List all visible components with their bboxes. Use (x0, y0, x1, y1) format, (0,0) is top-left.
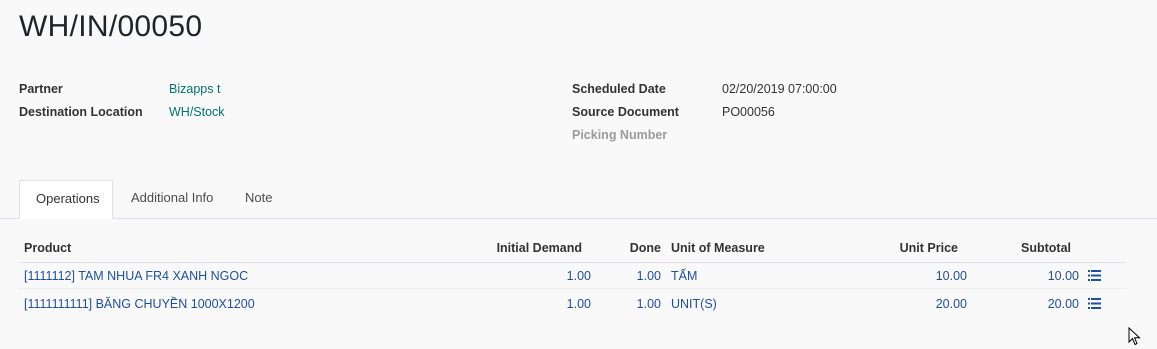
record-title: WH/IN/00050 (19, 10, 203, 43)
column-header-initial-demand[interactable]: Initial Demand (482, 241, 582, 255)
row-done: 1.00 (636, 297, 661, 311)
destination-location-value[interactable]: WH/Stock (169, 105, 225, 119)
source-document-label: Source Document (572, 105, 679, 119)
row-initial-demand: 1.00 (566, 297, 591, 311)
row-subtotal: 20.00 (1047, 297, 1079, 311)
column-header-unit-price[interactable]: Unit Price (880, 241, 958, 255)
row-done: 1.00 (636, 269, 661, 283)
column-header-done[interactable]: Done (610, 241, 661, 255)
row-unit-price: 10.00 (935, 269, 967, 283)
scheduled-date-label: Scheduled Date (572, 82, 666, 96)
mouse-pointer-icon (1128, 327, 1141, 346)
row-unit-of-measure: UNIT(S) (671, 297, 717, 311)
scheduled-date-value: 02/20/2019 07:00:00 (722, 82, 837, 96)
picking-number-label: Picking Number (572, 128, 668, 142)
row-product[interactable]: [1111111111] BĂNG CHUYỀN 1000X1200 (24, 297, 255, 311)
partner-label: Partner (19, 82, 63, 96)
tab-additional-info[interactable]: Additional Info (115, 180, 229, 218)
tab-note[interactable]: Note (229, 180, 288, 218)
destination-location-label: Destination Location (19, 105, 143, 119)
source-document-value: PO00056 (722, 105, 775, 119)
column-header-product[interactable]: Product (24, 241, 71, 255)
column-header-unit-of-measure[interactable]: Unit of Measure (671, 241, 765, 255)
list-icon[interactable] (1088, 298, 1101, 309)
table-header-divider (19, 262, 1126, 263)
row-divider (19, 288, 1126, 289)
partner-value[interactable]: Bizapps t (169, 82, 220, 96)
row-subtotal: 10.00 (1047, 269, 1079, 283)
row-unit-price: 20.00 (935, 297, 967, 311)
row-unit-of-measure: TẤM (671, 269, 698, 283)
list-icon[interactable] (1088, 270, 1101, 281)
tab-operations[interactable]: Operations (19, 180, 113, 219)
row-product[interactable]: [1111112] TAM NHUA FR4 XANH NGOC (24, 269, 248, 283)
row-initial-demand: 1.00 (566, 269, 591, 283)
column-header-subtotal[interactable]: Subtotal (1000, 241, 1071, 255)
notebook-tabs: Operations Additional Info Note (0, 180, 1157, 219)
